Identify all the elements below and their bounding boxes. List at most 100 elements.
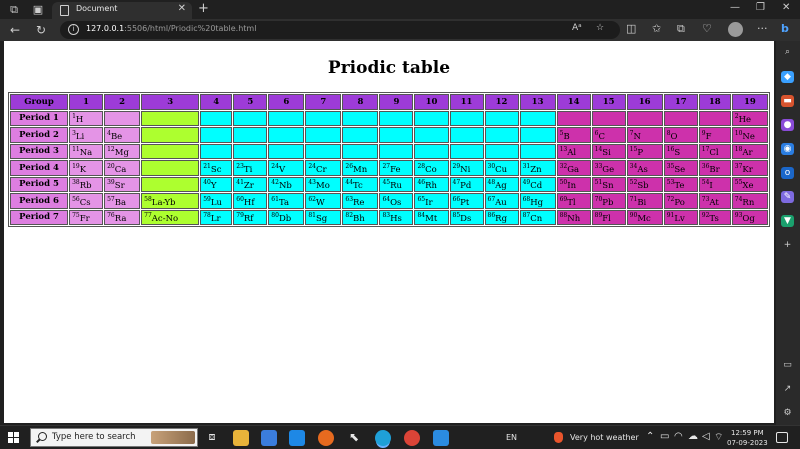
element-cell-cr: 24Cr <box>305 160 342 176</box>
system-clock[interactable]: 12:59 PM 07-09-2023 <box>727 428 768 448</box>
atomic-number: 75 <box>72 212 80 219</box>
collections-icon[interactable]: ⧉ <box>677 22 685 36</box>
atomic-number: 61 <box>271 195 279 203</box>
element-cell-at: 73At <box>698 193 731 209</box>
element-cell-ba: 57Ba <box>104 193 141 209</box>
games-icon[interactable]: ● <box>781 119 794 131</box>
element-symbol: Cl <box>709 148 719 158</box>
sidebar-settings-icon[interactable]: ⚙ <box>781 407 794 419</box>
element-symbol: Sg <box>315 214 328 224</box>
atomic-number: 84 <box>417 212 426 219</box>
minimize-icon[interactable]: — <box>730 2 740 13</box>
edge-icon[interactable] <box>375 430 391 446</box>
element-symbol: Na <box>79 148 93 158</box>
atomic-number: 81 <box>308 212 316 219</box>
element-cell-w: 62W <box>305 193 342 209</box>
file-explorer-icon[interactable] <box>233 430 249 446</box>
drop-icon[interactable]: ▼ <box>781 215 794 227</box>
chevron-up-icon[interactable]: ⌃ <box>646 431 654 442</box>
element-symbol: Mt <box>425 214 438 224</box>
empty-cell <box>519 110 556 126</box>
table-row: Period 5 38Rb 39Sr 40Y 41Zr 42Nb 43Mo 44Tc 45Ru 4… <box>10 176 768 192</box>
cloud-icon[interactable]: ☁ <box>688 431 698 442</box>
network-icon[interactable]: ◠ <box>674 431 683 442</box>
back-icon[interactable]: ← <box>10 22 20 38</box>
element-symbol: Cs <box>79 197 91 208</box>
element-cell-co: 28Co <box>414 160 449 176</box>
copilot-icon[interactable]: b <box>781 22 789 35</box>
atomic-number: 85 <box>452 212 461 219</box>
language-indicator[interactable]: EN <box>506 433 517 442</box>
mail-icon[interactable] <box>289 430 305 446</box>
microsoft365-icon[interactable]: ◉ <box>781 143 794 155</box>
outlook-icon[interactable]: o <box>781 167 794 179</box>
element-symbol: Ge <box>602 164 615 175</box>
chrome-icon[interactable] <box>404 430 420 446</box>
tools-icon[interactable]: ▬ <box>781 95 794 107</box>
vscode-icon[interactable] <box>433 430 449 446</box>
pointer-app-icon[interactable]: ⬉ <box>346 430 362 446</box>
split-screen-icon[interactable]: ◫ <box>626 22 636 35</box>
atomic-number: 43 <box>308 179 316 186</box>
task-view-icon[interactable]: ⧈ <box>204 430 220 446</box>
element-cell-og: 93Og <box>731 209 768 225</box>
element-cell-be: 4Be <box>104 127 141 143</box>
element-cell-pt: 66Pt <box>449 193 484 209</box>
battery-icon[interactable]: ▭ <box>660 431 669 442</box>
shopping-icon[interactable]: ◆ <box>781 71 794 83</box>
open-external-icon[interactable]: ↗ <box>781 383 794 395</box>
firefox-icon[interactable] <box>318 430 334 446</box>
header-group-2: 2 <box>104 94 141 110</box>
element-cell-sb: 52Sb <box>626 176 663 192</box>
empty-cell <box>414 143 449 159</box>
favorite-star-icon[interactable]: ☆ <box>596 23 604 33</box>
empty-cell <box>141 176 200 192</box>
profile-avatar[interactable] <box>728 22 743 37</box>
site-info-icon[interactable]: i <box>68 24 79 35</box>
element-cell-ca: 20Ca <box>104 160 141 176</box>
atomic-number: 21 <box>203 162 211 170</box>
element-cell-sc: 21Sc <box>200 160 233 176</box>
windows-start-icon[interactable] <box>8 432 19 443</box>
header-group-17: 17 <box>663 94 698 110</box>
tab-actions-icon[interactable]: ▣ <box>30 2 46 17</box>
read-aloud-icon[interactable]: Aᵃ <box>572 23 582 33</box>
favorites-icon[interactable]: ✩ <box>652 22 661 35</box>
refresh-icon[interactable]: ↻ <box>36 22 46 38</box>
new-tab-icon[interactable]: + <box>198 1 209 16</box>
header-group-18: 18 <box>698 94 731 110</box>
atomic-number: 40 <box>203 179 211 186</box>
element-symbol: Tl <box>567 197 576 208</box>
page-icon <box>60 5 69 16</box>
browser-essentials-icon[interactable]: ♡ <box>702 22 712 35</box>
empty-cell <box>556 110 591 126</box>
wifi-icon[interactable]: ⌔ <box>714 431 723 444</box>
search-sidebar-icon[interactable]: ⌕ <box>781 46 794 58</box>
volume-icon[interactable]: ◁ <box>702 431 710 442</box>
workspaces-icon[interactable]: ⧉ <box>6 2 22 17</box>
taskbar-search[interactable]: Type here to search <box>30 428 198 447</box>
empty-cell <box>200 143 233 159</box>
close-window-icon[interactable]: ✕ <box>782 2 790 13</box>
element-cell-mg: 12Mg <box>104 143 141 159</box>
close-tab-icon[interactable]: ✕ <box>178 3 186 14</box>
maximize-icon[interactable]: ❐ <box>756 2 765 13</box>
browser-tab-strip: ⧉ ▣ Document ✕ + — ❐ ✕ <box>0 0 800 19</box>
more-options-icon[interactable]: ··· <box>757 22 768 35</box>
element-cell-bi: 71Bi <box>626 193 663 209</box>
hide-sidebar-icon[interactable]: ▭ <box>781 359 794 371</box>
element-symbol: Rb <box>79 181 92 191</box>
element-symbol: Lr <box>210 214 221 224</box>
empty-cell <box>379 110 414 126</box>
notifications-icon[interactable] <box>776 432 788 443</box>
weather-text[interactable]: Very hot weather <box>570 433 639 442</box>
element-symbol: O <box>670 131 678 142</box>
address-bar[interactable]: i 127.0.0.1:5506/html/Priodic%20table.ht… <box>60 21 620 39</box>
microsoft-store-icon[interactable] <box>261 430 277 446</box>
tab-document[interactable]: Document ✕ <box>52 2 192 19</box>
clock-time: 12:59 PM <box>731 429 764 437</box>
designer-icon[interactable]: ✎ <box>781 191 794 203</box>
weather-icon[interactable] <box>554 432 563 443</box>
url-text[interactable]: 127.0.0.1:5506/html/Priodic%20table.html <box>86 24 256 33</box>
add-sidebar-app-icon[interactable]: + <box>781 239 794 251</box>
